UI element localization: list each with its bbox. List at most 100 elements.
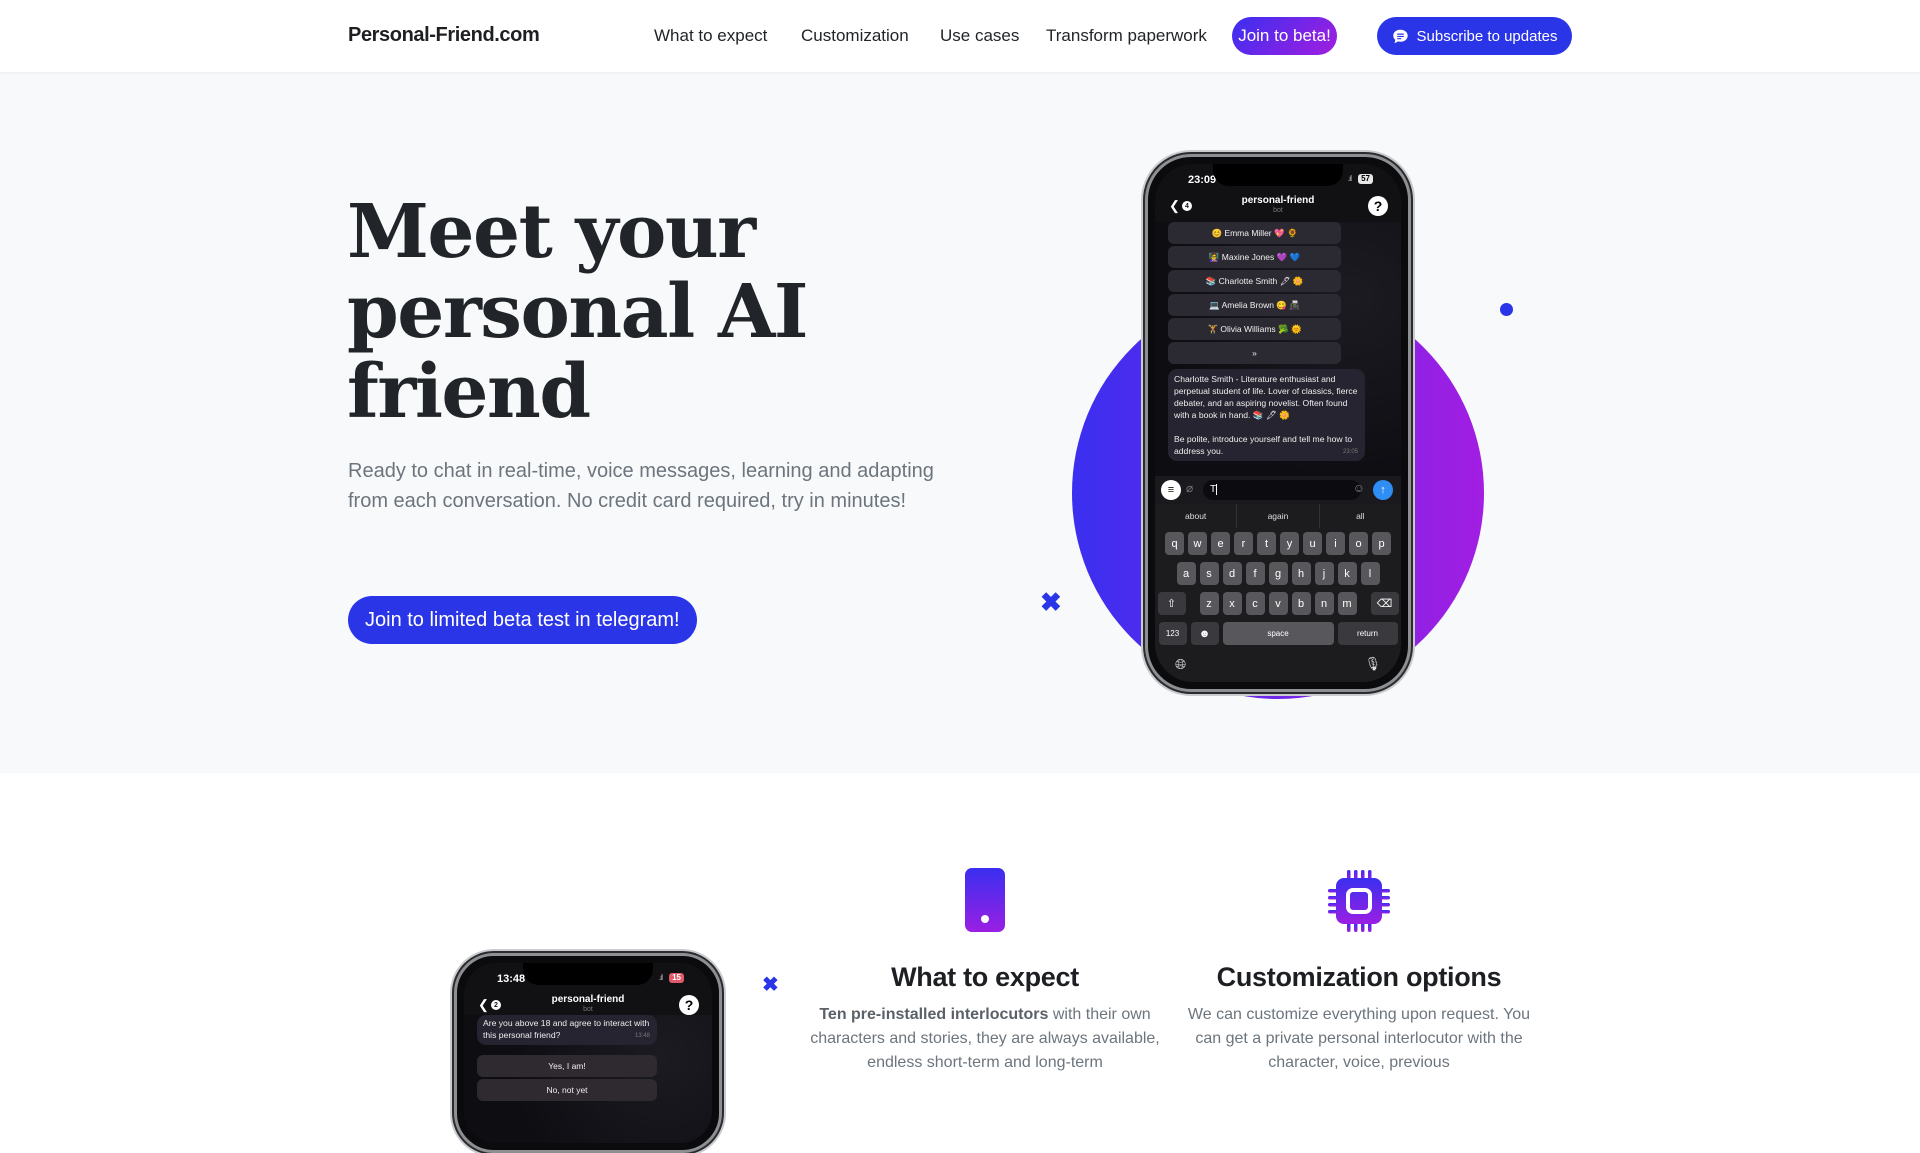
phone-notch [1213, 164, 1343, 186]
signal-icon: .ıl [1347, 174, 1352, 183]
status-time: 13:48 [497, 973, 526, 985]
keyboard: about again all qwertyuiop asdfghjkl ⇧ z… [1155, 504, 1401, 682]
battery-icon: 15 [669, 973, 684, 983]
key-a[interactable]: a [1176, 562, 1196, 585]
key-e[interactable]: e [1211, 532, 1230, 555]
help-icon[interactable]: ? [679, 995, 699, 1015]
chat-title: personal-friend [1241, 195, 1315, 206]
feature-text: We can customize everything upon request… [1187, 1006, 1531, 1071]
key-row-2: asdfghjkl [1155, 562, 1401, 585]
numbers-key[interactable]: 123 [1158, 622, 1187, 645]
chat-message: Are you above 18 and agree to interact w… [477, 1015, 657, 1045]
key-z[interactable]: z [1199, 592, 1219, 615]
chat-subtitle: bot [1273, 207, 1283, 214]
key-d[interactable]: d [1222, 562, 1242, 585]
key-f[interactable]: f [1245, 562, 1265, 585]
feature-text-bold: Ten pre-installed interlocutors [819, 1006, 1049, 1023]
shift-key[interactable]: ⇧ [1157, 592, 1186, 615]
message-text: Charlotte Smith - Literature enthusiast … [1174, 374, 1358, 420]
phone-notch [523, 963, 653, 985]
paperclip-icon[interactable]: ⌀ [1186, 481, 1193, 495]
character-button-charlotte[interactable]: 📚 Charlotte Smith 🖋 🌼 [1168, 270, 1341, 292]
phone-mockup: 23:09 .ıl 57 ❮ 4 personal-friend bot ? 😊… [1145, 154, 1411, 692]
key-o[interactable]: o [1349, 532, 1368, 555]
microphone-icon[interactable]: 🎙︎ [1364, 656, 1381, 672]
emoji-icon[interactable]: ☺ [1353, 481, 1365, 495]
key-m[interactable]: m [1337, 592, 1357, 615]
hero-subtitle: Ready to chat in real-time, voice messag… [348, 460, 934, 512]
key-g[interactable]: g [1268, 562, 1288, 585]
hero-title: Meet your personal AI friend [347, 192, 947, 432]
space-key[interactable]: space [1222, 622, 1334, 645]
key-r[interactable]: r [1234, 532, 1253, 555]
message-input[interactable]: T [1203, 480, 1361, 500]
chat-header: ❮ 4 personal-friend bot ? [1155, 194, 1401, 222]
key-k[interactable]: k [1337, 562, 1357, 585]
key-v[interactable]: v [1268, 592, 1288, 615]
chat-title: personal-friend [551, 994, 625, 1005]
key-l[interactable]: l [1360, 562, 1380, 585]
feature-title: What to expect [891, 962, 1079, 992]
navbar: Personal-Friend.com What to expect Custo… [0, 0, 1920, 72]
key-u[interactable]: u [1303, 532, 1322, 555]
phone-mockup-secondary: 13:48 .ıl 15 ❮ 2 personal-friend bot ? A… [454, 953, 722, 1153]
feature-what-to-expect: What to expect Ten pre-installed interlo… [810, 962, 1160, 1075]
chat-area: 😊 Emma Miller 💖 🌻 👩‍🏫 Maxine Jones 💜 💙 📚… [1155, 222, 1401, 476]
suggestion-item[interactable]: all [1320, 504, 1401, 528]
key-row-1: qwertyuiop [1155, 532, 1401, 555]
x-mark-decoration: ✖ [1040, 587, 1062, 617]
suggestion-item[interactable]: about [1155, 504, 1238, 528]
signal-icon: .ıl [658, 973, 663, 982]
phone-screen: 23:09 .ıl 57 ❮ 4 personal-friend bot ? 😊… [1155, 164, 1401, 682]
join-telegram-beta-button[interactable]: Join to limited beta test in telegram! [348, 596, 697, 644]
nav-link-transform-paperwork[interactable]: Transform paperwork [1046, 26, 1207, 46]
decline-age-button[interactable]: No, not yet [477, 1079, 657, 1101]
key-b[interactable]: b [1291, 592, 1311, 615]
phone-button-dot [981, 915, 989, 923]
feature-text: Ten pre-installed interlocutors with the… [810, 1003, 1160, 1075]
emoji-key[interactable]: ☻ [1190, 622, 1219, 645]
next-page-button[interactable]: » [1168, 342, 1341, 364]
character-button-olivia[interactable]: 🏋 Olivia Williams 🥦 🌞 [1168, 318, 1341, 340]
suggestion-item[interactable]: again [1237, 504, 1320, 528]
nav-link-use-cases[interactable]: Use cases [940, 26, 1019, 46]
nav-link-customization[interactable]: Customization [801, 26, 909, 46]
key-j[interactable]: j [1314, 562, 1334, 585]
key-p[interactable]: p [1372, 532, 1391, 555]
message-input-bar: ≡ ⌀ T ☺ ↑ [1155, 476, 1401, 504]
key-h[interactable]: h [1291, 562, 1311, 585]
status-time: 23:09 [1188, 174, 1217, 186]
menu-icon[interactable]: ≡ [1161, 480, 1181, 500]
backspace-key[interactable]: ⌫ [1370, 592, 1399, 615]
subscribe-button[interactable]: Subscribe to updates [1377, 17, 1572, 55]
brand-logo[interactable]: Personal-Friend.com [348, 24, 540, 47]
hero-section: Meet your personal AI friend Ready to ch… [0, 72, 1920, 773]
battery-icon: 57 [1358, 174, 1373, 184]
nav-link-what-to-expect[interactable]: What to expect [654, 26, 767, 46]
character-button-amelia[interactable]: 💻 Amelia Brown 😋 📠 [1168, 294, 1341, 316]
key-q[interactable]: q [1165, 532, 1184, 555]
key-n[interactable]: n [1314, 592, 1334, 615]
key-i[interactable]: i [1326, 532, 1345, 555]
key-w[interactable]: w [1188, 532, 1207, 555]
confirm-age-button[interactable]: Yes, I am! [477, 1055, 657, 1077]
key-row-4: 123 ☻ space return [1155, 622, 1401, 645]
key-s[interactable]: s [1199, 562, 1219, 585]
character-button-emma[interactable]: 😊 Emma Miller 💖 🌻 [1168, 222, 1341, 244]
key-x[interactable]: x [1222, 592, 1242, 615]
chat-area: Are you above 18 and agree to interact w… [464, 1015, 712, 1143]
key-t[interactable]: t [1257, 532, 1276, 555]
return-key[interactable]: return [1337, 622, 1398, 645]
feature-title: Customization options [1216, 962, 1502, 992]
dot-decoration [1500, 303, 1513, 316]
chip-icon [1328, 870, 1390, 932]
phone-screen: 13:48 .ıl 15 ❮ 2 personal-friend bot ? A… [464, 963, 712, 1143]
chat-subtitle: bot [583, 1006, 593, 1013]
character-button-maxine[interactable]: 👩‍🏫 Maxine Jones 💜 💙 [1168, 246, 1341, 268]
key-y[interactable]: y [1280, 532, 1299, 555]
globe-icon[interactable]: 🌐︎ [1175, 656, 1186, 673]
help-icon[interactable]: ? [1368, 196, 1388, 216]
send-icon[interactable]: ↑ [1373, 480, 1393, 500]
join-beta-button[interactable]: Join to beta! [1232, 17, 1337, 55]
key-c[interactable]: c [1245, 592, 1265, 615]
